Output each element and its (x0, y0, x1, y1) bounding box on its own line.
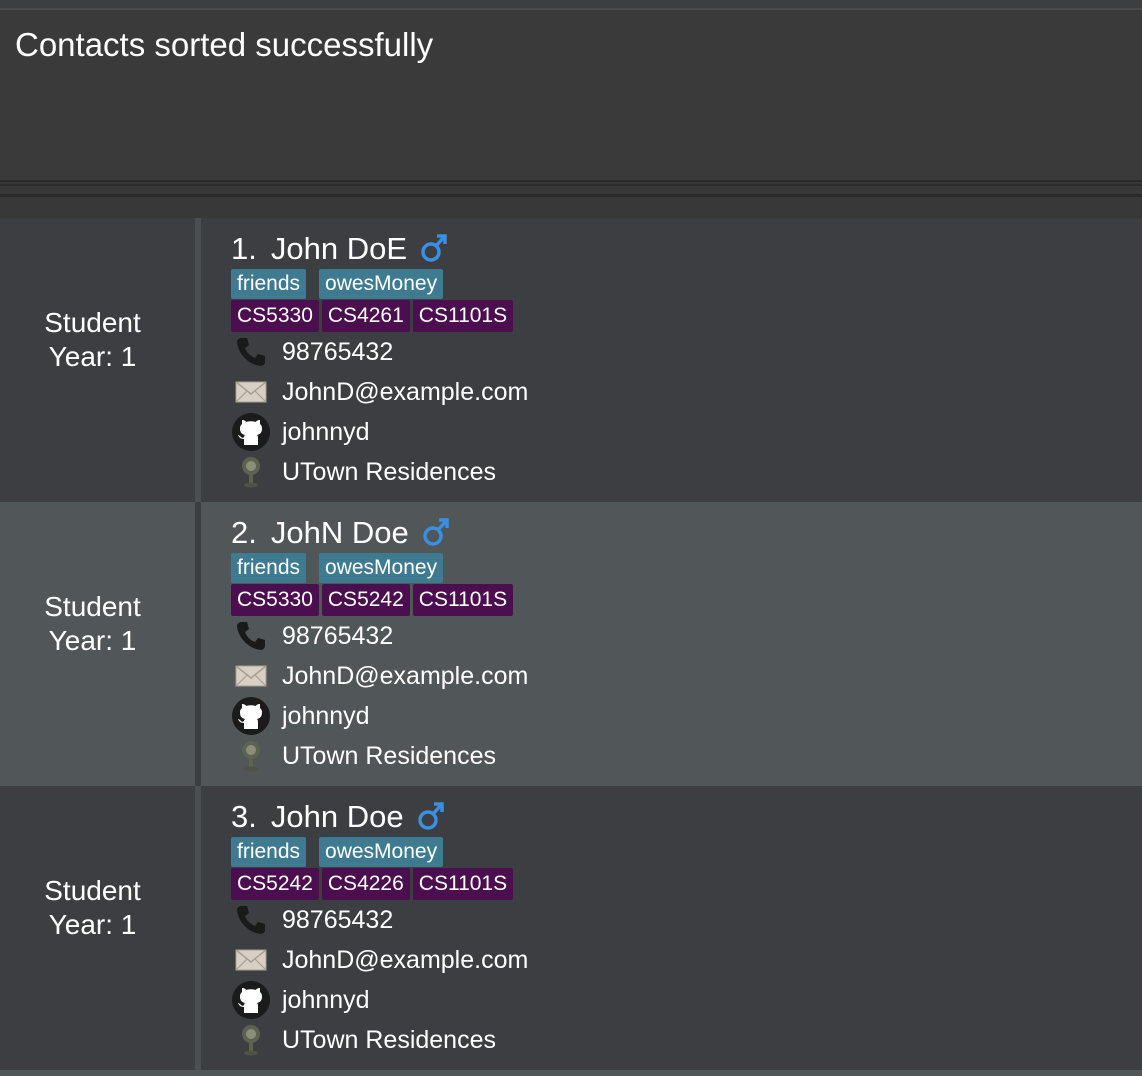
tag: owesMoney (319, 553, 444, 583)
tag: owesMoney (319, 837, 444, 867)
modules-row: CS5330 CS4261 CS1101S (231, 300, 514, 332)
github-row: johnnyd (231, 413, 370, 451)
role-label: Student (44, 307, 141, 338)
contact-index: 2. (231, 515, 257, 550)
contact-list[interactable]: Student Year: 1 1. John DoE friends owes… (0, 218, 1142, 1076)
module-tag: CS1101S (412, 868, 514, 900)
year-label: Year: 1 (48, 909, 137, 940)
github-icon (231, 981, 271, 1019)
module-tag: CS5330 (231, 584, 319, 616)
tags-row: friends owesMoney (231, 837, 444, 867)
envelope-icon (231, 374, 271, 410)
github-row: johnnyd (231, 981, 370, 1019)
phone-icon (231, 618, 271, 654)
contact-card[interactable]: Student Year: 1 3. John Doe friends owes… (0, 786, 1142, 1070)
email-row: JohnD@example.com (231, 374, 528, 410)
role-column: Student Year: 1 (0, 502, 195, 786)
phone-row: 98765432 (231, 902, 393, 938)
role-label: Student (44, 591, 141, 622)
male-symbol-icon (421, 516, 451, 550)
contact-info: 2. JohN Doe friends owesMoney CS5330 CS5… (201, 502, 1142, 786)
contact-name: John Doe (270, 799, 404, 834)
module-tag: CS4261 (321, 300, 410, 332)
year-label: Year: 1 (48, 341, 137, 372)
address-row: UTown Residences (231, 1022, 496, 1058)
email-address: JohnD@example.com (282, 662, 529, 690)
email-row: JohnD@example.com (231, 942, 528, 978)
github-icon (231, 697, 271, 735)
phone-icon (231, 902, 271, 938)
name-row: 2. JohN Doe (231, 514, 451, 552)
next-card-edge (0, 1070, 1142, 1076)
address-text: UTown Residences (282, 458, 496, 486)
name-row: 1. John DoE (231, 230, 449, 268)
role-label: Student (44, 875, 141, 906)
modules-row: CS5330 CS5242 CS1101S (231, 584, 514, 616)
tag: owesMoney (319, 269, 444, 299)
phone-number: 98765432 (282, 338, 394, 366)
tags-row: friends owesMoney (231, 553, 444, 583)
module-tag: CS5330 (231, 300, 319, 332)
result-display: Contacts sorted successfully (0, 8, 1142, 182)
split-pane-divider[interactable] (0, 182, 1142, 218)
role-column: Student Year: 1 (0, 786, 195, 1070)
github-username: johnnyd (282, 418, 370, 446)
contact-name: JohN Doe (270, 515, 409, 550)
tag: friends (231, 269, 307, 299)
map-pin-icon (231, 454, 271, 490)
contact-name: John DoE (270, 231, 407, 266)
module-tag: CS5242 (231, 868, 319, 900)
tags-row: friends owesMoney (231, 269, 444, 299)
envelope-icon (231, 658, 271, 694)
address-text: UTown Residences (282, 742, 496, 770)
phone-row: 98765432 (231, 334, 393, 370)
year-label: Year: 1 (48, 625, 137, 656)
contact-info: 3. John Doe friends owesMoney CS5242 CS4… (201, 786, 1142, 1070)
contact-index: 3. (231, 799, 257, 834)
email-address: JohnD@example.com (282, 378, 529, 406)
address-text: UTown Residences (282, 1026, 496, 1054)
github-username: johnnyd (282, 702, 370, 730)
result-message: Contacts sorted successfully (15, 26, 434, 63)
address-row: UTown Residences (231, 738, 496, 774)
contact-card[interactable]: Student Year: 1 2. JohN Doe friends owes… (0, 502, 1142, 786)
module-tag: CS4226 (321, 868, 410, 900)
tag: friends (231, 553, 307, 583)
map-pin-icon (231, 1022, 271, 1058)
tag: friends (231, 837, 307, 867)
contact-info: 1. John DoE friends owesMoney CS5330 CS4… (201, 218, 1142, 502)
map-pin-icon (231, 738, 271, 774)
contact-card[interactable]: Student Year: 1 1. John DoE friends owes… (0, 218, 1142, 502)
github-icon (231, 413, 271, 451)
role-column: Student Year: 1 (0, 218, 195, 502)
email-address: JohnD@example.com (282, 946, 529, 974)
envelope-icon (231, 942, 271, 978)
phone-number: 98765432 (282, 622, 394, 650)
phone-row: 98765432 (231, 618, 393, 654)
address-row: UTown Residences (231, 454, 496, 490)
male-symbol-icon (416, 800, 446, 834)
contact-index: 1. (231, 231, 257, 266)
phone-number: 98765432 (282, 906, 394, 934)
email-row: JohnD@example.com (231, 658, 528, 694)
module-tag: CS5242 (321, 584, 410, 616)
github-row: johnnyd (231, 697, 370, 735)
name-row: 3. John Doe (231, 798, 446, 836)
modules-row: CS5242 CS4226 CS1101S (231, 868, 514, 900)
male-symbol-icon (419, 232, 449, 266)
module-tag: CS1101S (412, 584, 514, 616)
module-tag: CS1101S (412, 300, 514, 332)
github-username: johnnyd (282, 986, 370, 1014)
phone-icon (231, 334, 271, 370)
